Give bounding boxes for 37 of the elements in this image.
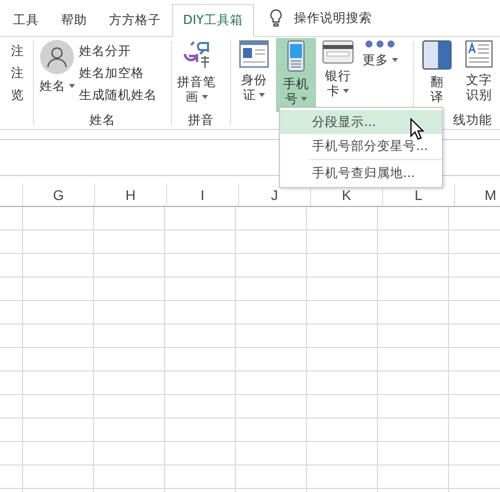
ribbon-button[interactable]: 姓名 <box>37 38 77 112</box>
text-recognition-icon <box>465 40 493 68</box>
ribbon-tab[interactable]: 工具 <box>0 4 50 37</box>
ribbon-button[interactable]: 更多 <box>360 38 400 112</box>
ribbon-button[interactable]: 拼音笔 画 <box>175 38 218 112</box>
column-header[interactable]: I <box>167 184 239 206</box>
ribbon-button[interactable]: 身份 证 <box>234 38 274 112</box>
translate-icon <box>422 40 452 70</box>
more-dots-icon <box>365 40 395 48</box>
tell-me-search[interactable]: 操作说明搜索 <box>294 10 372 26</box>
ribbon-button[interactable]: 手机 号 <box>276 38 316 112</box>
ribbon-button[interactable]: 文字 识别 <box>459 38 499 112</box>
ribbon-command[interactable]: 生成随机姓名 <box>79 87 157 103</box>
ribbon-command[interactable]: 览 <box>11 87 24 103</box>
lightbulb-icon <box>270 9 282 27</box>
menu-item[interactable]: 分段显示... <box>280 110 442 134</box>
ribbon-tab[interactable]: 方方格子 <box>98 4 172 37</box>
mobile-phone-icon <box>287 40 305 72</box>
column-header[interactable]: H <box>95 184 167 206</box>
ribbon-command[interactable]: 姓名加空格 <box>79 65 157 81</box>
ribbon-command[interactable]: 注 <box>11 43 24 59</box>
pinyin-icon <box>182 40 212 70</box>
ribbon-command[interactable]: 注 <box>11 65 24 81</box>
ribbon-tab[interactable]: 帮助 <box>50 4 98 37</box>
id-card-icon <box>239 40 269 68</box>
menu-item[interactable]: 手机号部分变星号... <box>280 134 442 158</box>
bank-card-icon <box>322 40 354 64</box>
menu-item[interactable]: 手机号查归属地... <box>280 161 442 185</box>
column-header[interactable]: G <box>23 184 95 206</box>
group-label: 姓名 <box>88 112 116 128</box>
column-header[interactable]: M <box>455 184 500 206</box>
ribbon-command[interactable]: 姓名分开 <box>79 43 157 59</box>
cursor-icon <box>410 118 424 140</box>
group-label: 拼音 <box>187 112 215 128</box>
group-label: 线功能 <box>452 112 493 128</box>
ribbon-tab[interactable]: DIY工具箱 <box>172 4 254 37</box>
avatar-icon <box>40 40 74 74</box>
